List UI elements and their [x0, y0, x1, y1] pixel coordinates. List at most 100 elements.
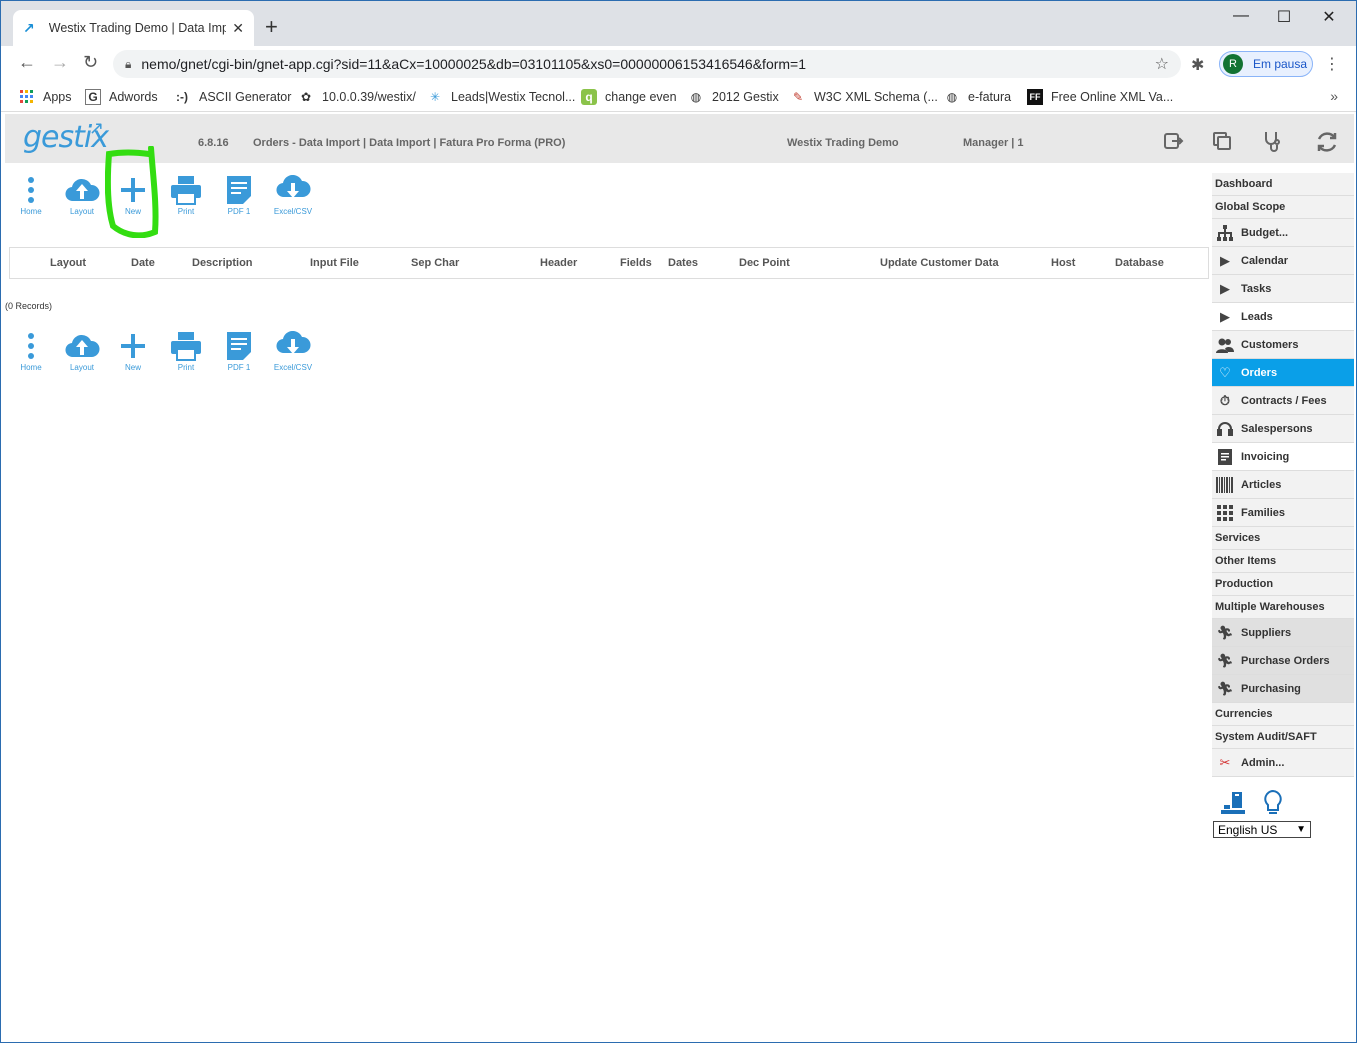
menu-item-calendar[interactable]: ▶ Calendar [1212, 247, 1354, 275]
menu-item-tasks[interactable]: ▶ Tasks [1212, 275, 1354, 303]
menu-item-budget[interactable]: Budget... [1212, 219, 1354, 247]
menu-item-currencies[interactable]: Currencies [1212, 703, 1354, 726]
menu-item-customers[interactable]: Customers [1212, 331, 1354, 359]
document-icon [227, 176, 251, 204]
home-button[interactable]: Home [4, 331, 58, 372]
app-header: gestix ↗ 6.8.16 Orders - Data Import | D… [5, 114, 1354, 163]
menu-label: Leads [1241, 310, 1273, 323]
print-button[interactable]: Print [159, 331, 213, 372]
bookmark-apps[interactable]: Apps [19, 89, 72, 105]
bookmark-w3c[interactable]: ✎ W3C XML Schema (... [790, 89, 938, 105]
language-select[interactable]: English US ▼ [1213, 821, 1311, 838]
menu-item-services[interactable]: Services [1212, 527, 1354, 550]
chevron-down-icon: ▼ [1296, 824, 1306, 835]
lightbulb-icon[interactable] [1262, 789, 1284, 822]
menu-item-suppliers[interactable]: 🏃︎ Suppliers [1212, 619, 1354, 647]
menu-label: System Audit/SAFT [1215, 731, 1317, 743]
menu-item-orders[interactable]: ♡ Orders [1212, 359, 1354, 387]
menu-item-contracts-fees[interactable]: ⏱ Contracts / Fees [1212, 387, 1354, 415]
menu-item-invoicing[interactable]: Invoicing [1212, 443, 1354, 471]
home-button[interactable]: Home [4, 175, 58, 216]
bookmark-leads[interactable]: ✳ Leads|Westix Tecnol... [427, 89, 575, 105]
windows-icon[interactable] [1211, 130, 1235, 154]
column-header-database[interactable]: Database [1115, 257, 1164, 269]
menu-label: Invoicing [1241, 450, 1290, 463]
column-header-update-customer-data[interactable]: Update Customer Data [880, 257, 999, 269]
profile-button[interactable]: R Em pausa [1219, 51, 1313, 77]
back-icon[interactable]: ← [18, 52, 36, 73]
menu-item-families[interactable]: Families [1212, 499, 1354, 527]
column-header-host[interactable]: Host [1051, 257, 1075, 269]
address-bar[interactable]: 🔒︎ nemo/gnet/cgi-bin/gnet-app.cgi?sid=11… [113, 50, 1181, 78]
bookmark-label: Adwords [109, 90, 158, 104]
pdf-button[interactable]: PDF 1 [212, 175, 266, 216]
menu-item-multiple-warehouses[interactable]: Multiple Warehouses [1212, 596, 1354, 619]
menu-label: Services [1215, 532, 1261, 544]
column-header-sep-char[interactable]: Sep Char [411, 257, 459, 269]
minimize-icon[interactable]: — [1218, 7, 1264, 25]
bookmark-label: Apps [43, 90, 72, 104]
bookmark-ascii[interactable]: :-) ASCII Generator [173, 89, 291, 105]
column-header-dates[interactable]: Dates [668, 257, 698, 269]
menu-item-admin[interactable]: ✂ Admin... [1212, 749, 1354, 777]
menu-item-production[interactable]: Production [1212, 573, 1354, 596]
menu-item-purchase-orders[interactable]: 🏃︎ Purchase Orders [1212, 647, 1354, 675]
column-header-header[interactable]: Header [540, 257, 577, 269]
admin-icon: ✂ [1219, 754, 1231, 770]
printer-icon [171, 176, 201, 205]
pdf-button[interactable]: PDF 1 [212, 331, 266, 372]
bookmark-adwords[interactable]: G Adwords [85, 89, 158, 105]
close-window-icon[interactable]: ✕ [1306, 7, 1352, 27]
forward-icon[interactable]: → [51, 52, 69, 73]
excel-csv-button[interactable]: Excel/CSV [266, 175, 320, 216]
cloud-download-icon [276, 175, 311, 198]
spark-icon: ✳ [429, 90, 441, 104]
org-chart-icon [1215, 223, 1235, 243]
more-bookmarks-icon[interactable]: » [1330, 88, 1338, 104]
maximize-icon[interactable]: ☐ [1261, 7, 1307, 27]
menu-item-purchasing[interactable]: 🏃︎ Purchasing [1212, 675, 1354, 703]
menu-item-other-items[interactable]: Other Items [1212, 550, 1354, 573]
stethoscope-icon[interactable] [1262, 130, 1286, 154]
logout-icon[interactable] [1162, 130, 1186, 154]
company-name: Westix Trading Demo [787, 137, 899, 149]
column-header-input-file[interactable]: Input File [310, 257, 359, 269]
bookmark-2012-gestix[interactable]: ◍ 2012 Gestix [688, 89, 779, 105]
column-header-layout[interactable]: Layout [50, 257, 86, 269]
bookmark-star-icon[interactable]: ☆ [1155, 54, 1169, 74]
bookmark-label: e-fatura [968, 90, 1012, 104]
layout-button[interactable]: Layout [55, 331, 109, 372]
bookmark-westix-local[interactable]: ✿ 10.0.0.39/westix/ [298, 89, 416, 105]
column-header-fields[interactable]: Fields [620, 257, 652, 269]
reload-icon[interactable]: ↻ [83, 52, 98, 73]
print-button[interactable]: Print [159, 175, 213, 216]
bookmark-change-even[interactable]: q change even [581, 89, 677, 105]
refresh-icon[interactable] [1315, 130, 1339, 154]
data-grid-header: Layout Date Description Input File Sep C… [9, 247, 1209, 279]
menu-item-dashboard[interactable]: Dashboard [1212, 173, 1354, 196]
browser-tab[interactable]: ↗ Westix Trading Demo | Data Impo ✕ [13, 10, 254, 46]
new-button[interactable]: New [106, 331, 160, 372]
menu-item-leads[interactable]: ▶ Leads [1212, 303, 1354, 331]
page-breadcrumb: Orders - Data Import | Data Import | Fat… [253, 137, 566, 149]
new-tab-icon[interactable]: + [265, 16, 278, 38]
column-header-date[interactable]: Date [131, 257, 155, 269]
column-header-description[interactable]: Description [192, 257, 253, 269]
avatar: R [1223, 54, 1243, 74]
menu-item-global-scope[interactable]: Global Scope [1212, 196, 1354, 219]
close-tab-icon[interactable]: ✕ [232, 20, 244, 37]
bookmark-xml-validator[interactable]: FF Free Online XML Va... [1027, 89, 1173, 105]
menu-item-salespersons[interactable]: Salespersons [1212, 415, 1354, 443]
column-header-dec-point[interactable]: Dec Point [739, 257, 790, 269]
layout-button[interactable]: Layout [55, 175, 109, 216]
menu-item-system-audit[interactable]: System Audit/SAFT [1212, 726, 1354, 749]
emoticon-icon: :-) [176, 90, 188, 104]
extensions-icon[interactable]: ✱ [1191, 55, 1204, 75]
excel-csv-button[interactable]: Excel/CSV [266, 331, 320, 372]
stopwatch-icon: ⏱ [1219, 392, 1231, 408]
desktop-icon[interactable] [1220, 791, 1246, 822]
menu-item-articles[interactable]: Articles [1212, 471, 1354, 499]
menu-label: Articles [1241, 478, 1282, 491]
bookmark-efatura[interactable]: ◍ e-fatura [944, 89, 1011, 105]
browser-menu-icon[interactable]: ⋮ [1324, 54, 1340, 74]
